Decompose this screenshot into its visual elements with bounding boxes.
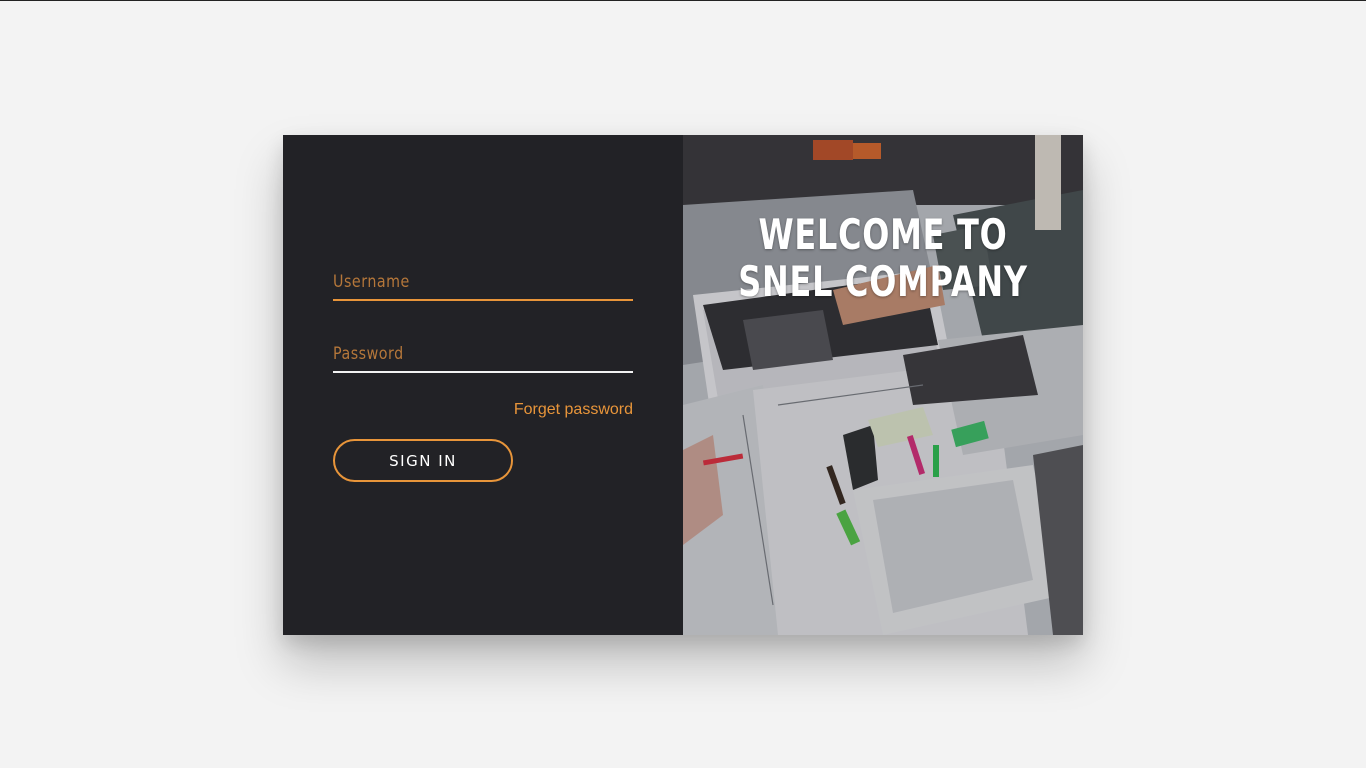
welcome-title: WELCOME TO SNEL COMPANY bbox=[738, 210, 1028, 306]
sign-in-button[interactable]: SIGN IN bbox=[333, 439, 513, 482]
password-input[interactable] bbox=[333, 337, 585, 371]
login-card: Forget password SIGN IN bbox=[283, 135, 1083, 635]
username-field-wrapper bbox=[333, 265, 633, 301]
top-border bbox=[0, 0, 1366, 1]
password-field-wrapper bbox=[333, 337, 633, 373]
hero-panel: WELCOME TO SNEL COMPANY bbox=[683, 135, 1083, 635]
login-panel: Forget password SIGN IN bbox=[283, 135, 683, 635]
forgot-password-link[interactable]: Forget password bbox=[514, 401, 633, 419]
username-input[interactable] bbox=[333, 265, 585, 299]
